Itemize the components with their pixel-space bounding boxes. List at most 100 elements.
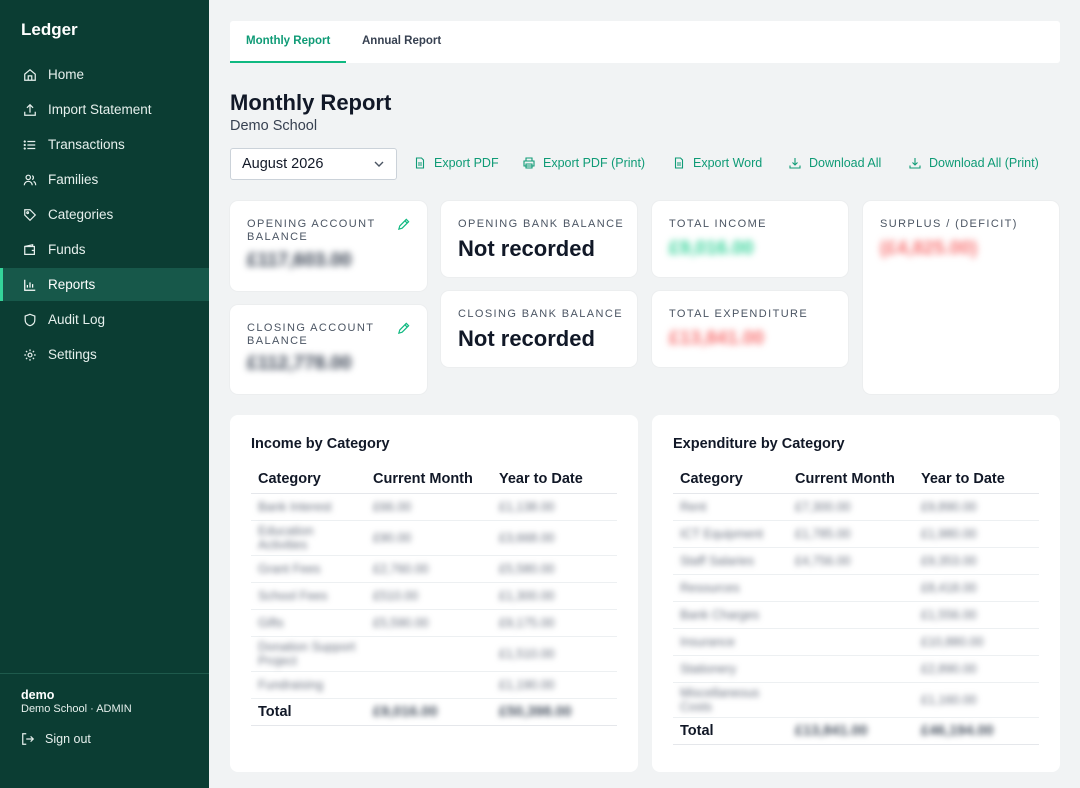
export-word-button[interactable]: Export Word	[673, 156, 762, 170]
list-icon	[23, 139, 36, 150]
table-cell: £1,190.00	[492, 671, 617, 699]
table-cell: £1,556.00	[914, 601, 1039, 629]
table-cell: Donation Support Project	[251, 636, 366, 672]
page-title: Monthly Report	[230, 90, 392, 115]
table-cell: £13,841.00	[788, 717, 914, 745]
closing-account-balance-card: Closing Account Balance £112,778.00	[230, 305, 427, 394]
table-total-row: Total £13,841.00 £46,194.00	[673, 717, 1039, 745]
export-pdf-button[interactable]: Export PDF	[414, 156, 499, 170]
table-cell	[788, 655, 914, 683]
income-table: Category Current Month Year to Date Bank…	[251, 465, 617, 726]
sidebar-item-label: Reports	[48, 277, 96, 292]
column-header: Current Month	[788, 465, 914, 494]
table-cell: £90.00	[366, 520, 492, 556]
card-value: £9,016.00	[669, 238, 754, 259]
app-logo[interactable]: Ledger	[21, 20, 78, 40]
table-cell: £1,785.00	[788, 520, 914, 548]
table-cell: £3,668.00	[492, 520, 617, 556]
total-label: Total	[673, 717, 788, 745]
pencil-icon[interactable]	[397, 218, 410, 231]
sidebar-item-transactions[interactable]: Transactions	[0, 128, 209, 161]
total-label: Total	[251, 698, 366, 726]
table-cell: £66.00	[366, 493, 492, 521]
sidebar-item-families[interactable]: Families	[0, 163, 209, 196]
sidebar-item-reports[interactable]: Reports	[0, 268, 209, 301]
card-value: Not recorded	[458, 326, 595, 351]
table-cell	[788, 601, 914, 629]
sidebar-item-funds[interactable]: Funds	[0, 233, 209, 266]
table-cell: Rent	[673, 493, 788, 521]
download-icon	[789, 158, 801, 169]
table-cell: ICT Equipment	[673, 520, 788, 548]
sidebar-item-label: Settings	[48, 347, 97, 362]
download-all-print-label: Download All (Print)	[929, 156, 1039, 170]
closing-bank-balance-card: Closing Bank Balance Not recorded	[441, 291, 637, 367]
export-pdf-print-button[interactable]: Export PDF (Print)	[523, 156, 645, 170]
sidebar-item-audit-log[interactable]: Audit Log	[0, 303, 209, 336]
total-expenditure-card: Total Expenditure £13,841.00	[652, 291, 848, 367]
column-header: Year to Date	[914, 465, 1039, 494]
sign-out-button[interactable]: Sign out	[21, 732, 91, 746]
table-row: ICT Equipment £1,785.00 £1,980.00	[673, 520, 1039, 548]
sidebar-item-label: Transactions	[48, 137, 125, 152]
table-cell: £1,160.00	[914, 682, 1039, 718]
sidebar-item-label: Audit Log	[48, 312, 106, 327]
surplus-deficit-card: Surplus / (Deficit) (£4,825.00)	[863, 201, 1059, 394]
table-cell: £1,138.00	[492, 493, 617, 521]
table-row: Stationery £2,890.00	[673, 655, 1039, 683]
sign-out-label: Sign out	[45, 732, 91, 746]
sidebar-item-settings[interactable]: Settings	[0, 338, 209, 371]
table-cell: £5,590.00	[366, 609, 492, 637]
sidebar-item-import-statement[interactable]: Import Statement	[0, 93, 209, 126]
pencil-icon[interactable]	[397, 322, 410, 335]
wallet-icon	[24, 243, 35, 255]
panel-title: Expenditure by Category	[673, 436, 845, 452]
tag-icon	[24, 208, 37, 221]
chevron-down-icon	[374, 161, 384, 167]
table-total-row: Total £9,016.00 £50,398.00	[251, 698, 617, 726]
table-cell: £1,300.00	[492, 582, 617, 610]
shield-icon	[24, 313, 36, 326]
download-all-button[interactable]: Download All	[789, 156, 881, 170]
file-icon	[415, 157, 425, 169]
file-icon	[674, 157, 684, 169]
upload-icon	[24, 103, 36, 116]
table-cell: £50,398.00	[492, 698, 617, 726]
report-tabs: Monthly Report Annual Report	[230, 21, 1060, 63]
card-label: Surplus / (Deficit)	[880, 218, 1018, 230]
card-value: Not recorded	[458, 236, 595, 261]
bar-chart-icon	[24, 279, 36, 291]
table-cell: Gifts	[251, 609, 366, 637]
user-name: demo	[21, 688, 55, 702]
table-row: Gifts £5,590.00 £9,175.00	[251, 609, 617, 637]
table-row: Fundraising £1,190.00	[251, 671, 617, 699]
card-label: Closing Bank Balance	[458, 308, 623, 320]
table-cell: £2,760.00	[366, 555, 492, 583]
download-all-print-button[interactable]: Download All (Print)	[909, 156, 1039, 170]
sidebar-item-home[interactable]: Home	[0, 58, 209, 91]
card-value: £117,603.00	[247, 250, 352, 271]
sidebar-item-label: Categories	[48, 207, 114, 222]
month-select[interactable]: August 2026	[230, 148, 397, 180]
card-label: Opening Account Balance	[247, 218, 376, 243]
table-cell: £9,016.00	[366, 698, 492, 726]
card-label: Opening Bank Balance	[458, 218, 625, 230]
table-cell: Fundraising	[251, 671, 366, 699]
table-row: School Fees £510.00 £1,300.00	[251, 582, 617, 610]
opening-bank-balance-card: Opening Bank Balance Not recorded	[441, 201, 637, 277]
table-cell: £510.00	[366, 582, 492, 610]
column-header: Current Month	[366, 465, 492, 494]
sidebar-item-categories[interactable]: Categories	[0, 198, 209, 231]
column-header: Category	[251, 465, 366, 494]
card-value: £13,841.00	[669, 328, 765, 349]
card-label: Closing Account Balance	[247, 322, 375, 347]
table-row: Education Activities £90.00 £3,668.00	[251, 520, 617, 556]
sidebar: Ledger Home Import Statement Transaction…	[0, 0, 209, 788]
table-cell: £9,353.00	[914, 547, 1039, 575]
table-row: Grant Fees £2,760.00 £5,580.00	[251, 555, 617, 583]
tab-monthly-report[interactable]: Monthly Report	[230, 21, 347, 63]
table-cell: £1,510.00	[492, 636, 617, 672]
tab-annual-report[interactable]: Annual Report	[346, 21, 457, 63]
panel-title: Income by Category	[251, 436, 390, 452]
table-cell: School Fees	[251, 582, 366, 610]
